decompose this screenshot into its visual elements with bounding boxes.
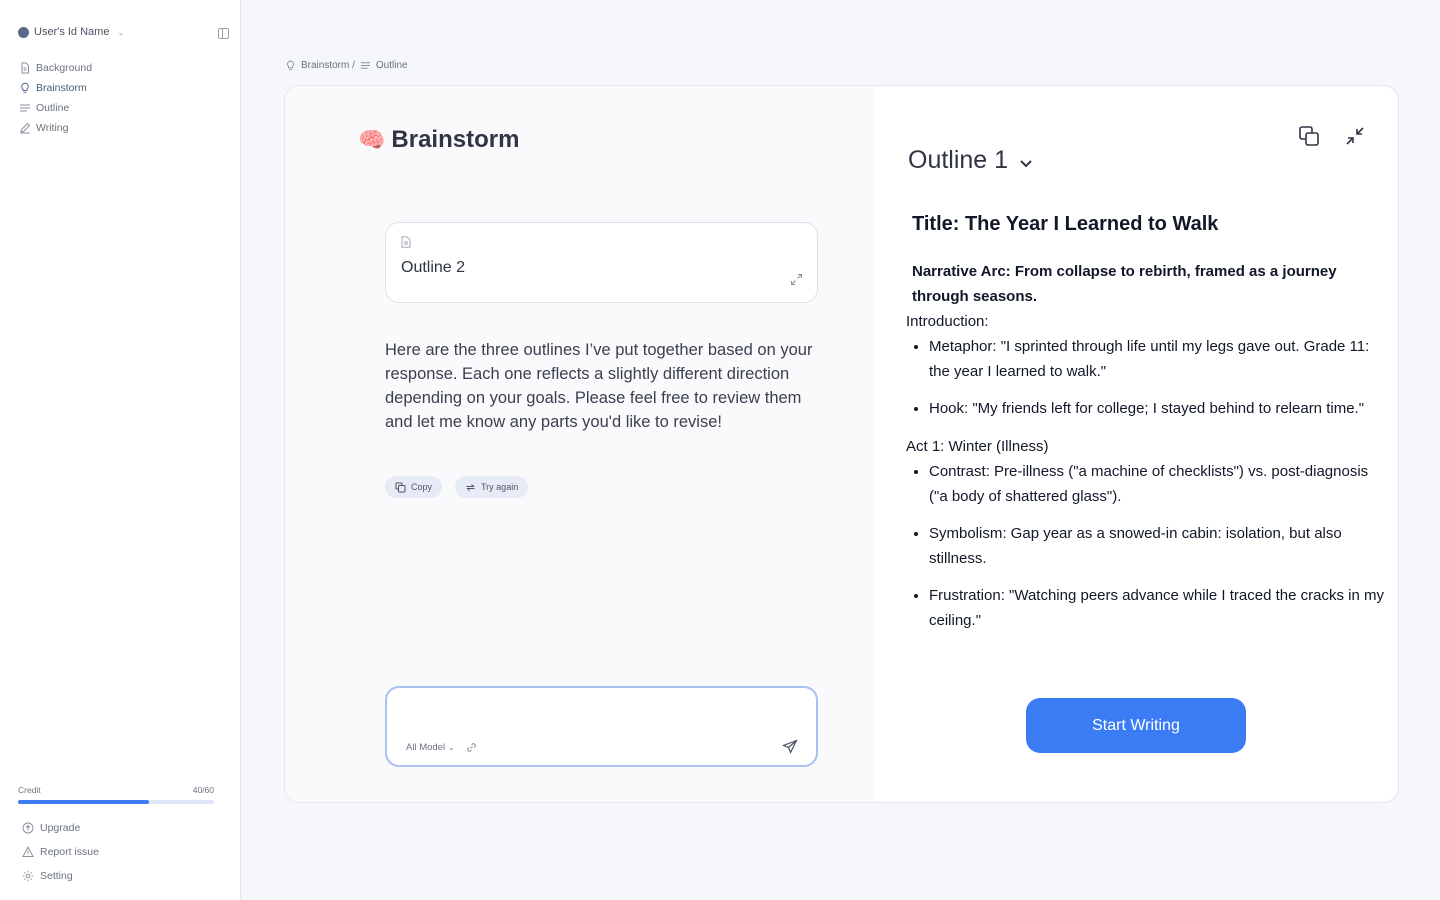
- copy-icon: [395, 482, 406, 492]
- outline-content: Title: The Year I Learned to Walk Narrat…: [906, 208, 1386, 645]
- credit-label: Credit: [18, 785, 41, 795]
- section-heading: Act 1: Winter (Illness): [906, 438, 1049, 455]
- message-actions: Copy Try again: [385, 476, 529, 498]
- model-select-label: All Model: [406, 742, 446, 753]
- sidebar: User's Id Name ⌄ Background Brainstorm O…: [0, 0, 241, 900]
- sidebar-nav: Background Brainstorm Outline Writing: [19, 58, 92, 138]
- outline-selector[interactable]: Outline 1: [908, 146, 1034, 175]
- list-item: Hook: "My friends left for college; I st…: [929, 396, 1386, 421]
- sidebar-item-label: Background: [36, 62, 93, 74]
- main-card: 🧠 Brainstorm Outline 2 Here are the thre…: [284, 85, 1399, 803]
- copy-outline-icon[interactable]: [1297, 124, 1321, 148]
- chevron-down-icon: [1020, 159, 1032, 167]
- start-writing-button[interactable]: Start Writing: [1026, 698, 1246, 753]
- collapse-icon[interactable]: [1343, 124, 1367, 148]
- outline-section: Introduction: Metaphor: "I sprinted thro…: [906, 309, 1386, 421]
- breadcrumb-brainstorm[interactable]: Brainstorm /: [301, 60, 355, 71]
- breadcrumb: Brainstorm / Outline: [285, 60, 408, 71]
- chat-input[interactable]: [403, 698, 783, 732]
- warning-icon: [22, 846, 34, 857]
- gear-icon: [22, 870, 34, 882]
- pencil-icon: [20, 122, 31, 134]
- upgrade-label: Upgrade: [40, 822, 81, 834]
- credit-bar-fill: [18, 800, 150, 804]
- outline-card[interactable]: Outline 2: [385, 222, 818, 303]
- list-item: Metaphor: "I sprinted through life until…: [929, 334, 1386, 384]
- chevron-down-icon: ⌄: [448, 743, 455, 752]
- lightbulb-icon: [287, 60, 294, 70]
- list-item: Symbolism: Gap year as a snowed-in cabin…: [929, 521, 1386, 571]
- sidebar-item-label: Brainstorm: [36, 82, 87, 94]
- brainstorm-pane: 🧠 Brainstorm Outline 2 Here are the thre…: [285, 86, 874, 802]
- setting-button[interactable]: Setting: [22, 864, 99, 888]
- upgrade-icon: [22, 822, 34, 834]
- user-menu[interactable]: User's Id Name ⌄: [18, 26, 124, 38]
- document-icon: [401, 236, 411, 248]
- sidebar-item-label: Writing: [36, 122, 69, 134]
- chevron-down-icon: ⌄: [117, 27, 125, 37]
- credit-value: 40/60: [192, 785, 214, 795]
- link-icon[interactable]: [466, 742, 477, 753]
- document-icon: [21, 62, 29, 74]
- setting-label: Setting: [40, 870, 73, 882]
- credit-bar: [18, 800, 214, 804]
- narrative-arc: Narrative Arc: From collapse to rebirth,…: [912, 263, 1337, 305]
- user-name: User's Id Name: [34, 26, 110, 38]
- list-icon: [360, 62, 370, 69]
- page-title: 🧠 Brainstorm: [358, 126, 519, 154]
- list-item: Frustration: "Watching peers advance whi…: [929, 583, 1386, 633]
- outline-card-title: Outline 2: [401, 259, 466, 276]
- outline-section: Act 1: Winter (Illness) Contrast: Pre-il…: [906, 434, 1386, 633]
- sidebar-item-label: Outline: [36, 102, 70, 114]
- send-icon[interactable]: [782, 739, 798, 755]
- model-select[interactable]: All Model ⌄: [406, 742, 455, 753]
- credit-meter: Credit 40/60: [18, 785, 214, 804]
- sidebar-item-background[interactable]: Background: [19, 58, 92, 78]
- list-icon: [20, 104, 30, 112]
- outline-selector-label: Outline 1: [908, 146, 1009, 174]
- copy-button[interactable]: Copy: [385, 476, 443, 498]
- outline-title: Title: The Year I Learned to Walk: [912, 213, 1219, 235]
- refresh-icon: [466, 483, 475, 491]
- section-heading: Introduction:: [906, 313, 989, 330]
- try-again-button[interactable]: Try again: [455, 476, 529, 498]
- upgrade-button[interactable]: Upgrade: [22, 816, 99, 840]
- expand-icon[interactable]: [790, 273, 803, 286]
- list-item: Contrast: Pre-illness ("a machine of che…: [929, 459, 1386, 509]
- breadcrumb-outline[interactable]: Outline: [376, 60, 408, 71]
- sidebar-item-brainstorm[interactable]: Brainstorm: [19, 78, 92, 98]
- avatar: [18, 26, 29, 38]
- chat-input-box: All Model ⌄: [385, 686, 818, 767]
- report-issue-button[interactable]: Report issue: [22, 840, 99, 864]
- assistant-message: Here are the three outlines I’ve put tog…: [385, 341, 813, 431]
- try-again-label: Try again: [481, 482, 519, 492]
- report-issue-label: Report issue: [40, 846, 99, 858]
- sidebar-toggle-icon[interactable]: [218, 28, 229, 39]
- sidebar-item-outline[interactable]: Outline: [19, 98, 92, 118]
- sidebar-footer: Upgrade Report issue Setting: [22, 816, 99, 888]
- page-title-text: Brainstorm: [391, 126, 520, 153]
- sidebar-item-writing[interactable]: Writing: [19, 118, 92, 138]
- brain-emoji: 🧠: [358, 127, 386, 152]
- copy-label: Copy: [411, 482, 433, 492]
- lightbulb-icon: [21, 82, 29, 93]
